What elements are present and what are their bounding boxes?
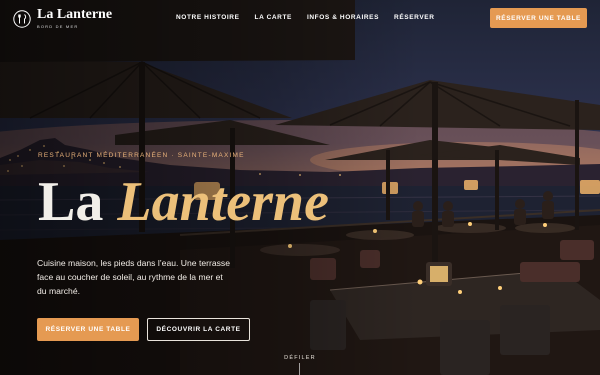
- scroll-indicator[interactable]: DÉFILER: [0, 355, 600, 361]
- hero-section: La Lanterne BORD DE MER NOTRE HISTOIRE L…: [0, 0, 600, 375]
- brand-text: La Lanterne BORD DE MER: [37, 7, 113, 30]
- brand-tagline: BORD DE MER: [37, 24, 79, 29]
- discover-menu-button[interactable]: DÉCOUVRIR LA CARTE: [147, 318, 250, 341]
- fork-knife-icon: [13, 9, 31, 28]
- nav-item-notre-histoire[interactable]: NOTRE HISTOIRE: [176, 14, 240, 21]
- nav-item-reserver[interactable]: RÉSERVER: [394, 14, 434, 21]
- scroll-line: [299, 363, 300, 375]
- hero-title: La Lanterne: [38, 172, 329, 232]
- main-menu: NOTRE HISTOIRE LA CARTE INFOS & HORAIRES…: [176, 14, 435, 21]
- hero-description: Cuisine maison, les pieds dans l’eau. Un…: [37, 258, 230, 296]
- nav-item-infos-horaires[interactable]: INFOS & HORAIRES: [307, 14, 379, 21]
- top-navigation: La Lanterne BORD DE MER NOTRE HISTOIRE L…: [0, 0, 600, 38]
- brand-name: La Lanterne: [37, 7, 113, 22]
- nav-item-la-carte[interactable]: LA CARTE: [255, 14, 292, 21]
- reserve-table-button[interactable]: RÉSERVER UNE TABLE: [37, 318, 139, 341]
- reserve-table-header-button[interactable]: RÉSERVER UNE TABLE: [490, 8, 587, 28]
- hero-title-part1: La: [38, 171, 118, 233]
- brand-logo[interactable]: La Lanterne BORD DE MER: [13, 8, 112, 29]
- hero-title-part2: Lanterne: [117, 171, 329, 233]
- hero-kicker: RESTAURANT MÉDITERRANÉEN · SAINTE-MAXIME: [38, 152, 245, 159]
